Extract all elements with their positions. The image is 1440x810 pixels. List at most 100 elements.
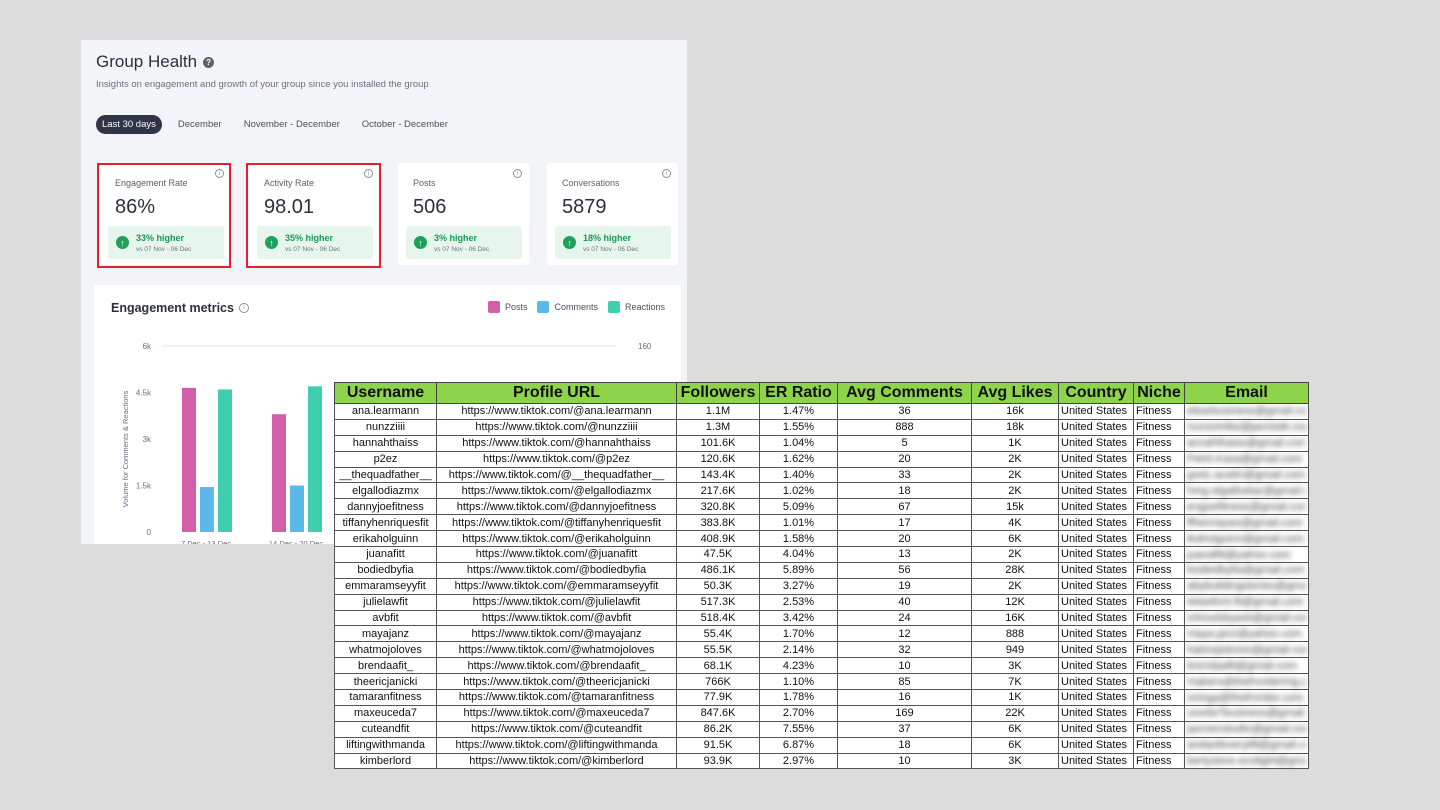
niche-cell[interactable]: Fitness	[1133, 736, 1185, 754]
followers-cell[interactable]: 55.4K	[676, 625, 760, 643]
niche-cell[interactable]: Fitness	[1133, 530, 1185, 548]
header-profile-url[interactable]: Profile URL	[436, 382, 677, 404]
profile-url-cell[interactable]: https://www.tiktok.com/@p2ez	[436, 450, 677, 468]
email-cell[interactable]: Petrit.Kasa@gmail.com	[1184, 450, 1309, 468]
country-cell[interactable]: United States	[1058, 482, 1134, 500]
avg-likes-cell[interactable]: 1K	[971, 689, 1059, 706]
username-cell[interactable]: erikaholguinn	[334, 530, 437, 548]
niche-cell[interactable]: Fitness	[1133, 403, 1185, 420]
header-avg-comments[interactable]: Avg Comments	[837, 382, 972, 404]
niche-cell[interactable]: Fitness	[1133, 657, 1185, 675]
header-avg-likes[interactable]: Avg Likes	[971, 382, 1059, 404]
avg-likes-cell[interactable]: 2K	[971, 577, 1059, 595]
er-ratio-cell[interactable]: 2.14%	[759, 641, 838, 659]
followers-cell[interactable]: 143.4K	[676, 466, 760, 484]
header-er-ratio[interactable]: ER Ratio	[759, 382, 838, 404]
avg-likes-cell[interactable]: 2K	[971, 450, 1059, 468]
username-cell[interactable]: p2ez	[334, 450, 437, 468]
er-ratio-cell[interactable]: 5.09%	[759, 498, 838, 516]
er-ratio-cell[interactable]: 6.87%	[759, 736, 838, 754]
profile-url-cell[interactable]: https://www.tiktok.com/@avbfit	[436, 609, 677, 627]
username-cell[interactable]: __thequadfather__	[334, 466, 437, 484]
email-cell[interactable]: ovinga@thefrontier.com	[1184, 689, 1309, 706]
er-ratio-cell[interactable]: 7.55%	[759, 720, 838, 738]
followers-cell[interactable]: 50.3K	[676, 577, 760, 595]
niche-cell[interactable]: Fitness	[1133, 450, 1185, 468]
profile-url-cell[interactable]: https://www.tiktok.com/@maxeuceda7	[436, 704, 677, 722]
username-cell[interactable]: julielawfit	[334, 593, 437, 611]
avg-likes-cell[interactable]: 16k	[971, 403, 1059, 420]
country-cell[interactable]: United States	[1058, 593, 1134, 611]
followers-cell[interactable]: 486.1K	[676, 561, 760, 579]
avg-likes-cell[interactable]: 12K	[971, 593, 1059, 611]
profile-url-cell[interactable]: https://www.tiktok.com/@dannyjoefitness	[436, 498, 677, 516]
profile-url-cell[interactable]: https://www.tiktok.com/@liftingwithmanda	[436, 736, 677, 754]
legend-item-posts[interactable]: Posts	[487, 301, 527, 313]
avg-comments-cell[interactable]: 32	[837, 641, 972, 659]
er-ratio-cell[interactable]: 4.23%	[759, 657, 838, 675]
country-cell[interactable]: United States	[1058, 561, 1134, 579]
niche-cell[interactable]: Fitness	[1133, 609, 1185, 627]
niche-cell[interactable]: Fitness	[1133, 704, 1185, 722]
niche-cell[interactable]: Fitness	[1133, 546, 1185, 563]
email-cell[interactable]: berlystore.ecolight@gmail.com	[1184, 752, 1309, 770]
followers-cell[interactable]: 766K	[676, 673, 760, 691]
country-cell[interactable]: United States	[1058, 498, 1134, 516]
country-cell[interactable]: United States	[1058, 418, 1134, 436]
er-ratio-cell[interactable]: 1.10%	[759, 673, 838, 691]
header-followers[interactable]: Followers	[676, 382, 760, 404]
email-cell[interactable]: bodiedbyfia@gmail.com	[1184, 561, 1309, 579]
niche-cell[interactable]: Fitness	[1133, 466, 1185, 484]
er-ratio-cell[interactable]: 4.04%	[759, 546, 838, 563]
avg-likes-cell[interactable]: 6K	[971, 720, 1059, 738]
profile-url-cell[interactable]: https://www.tiktok.com/@erikaholguinn	[436, 530, 677, 548]
avg-comments-cell[interactable]: 12	[837, 625, 972, 643]
header-email[interactable]: Email	[1184, 382, 1309, 404]
followers-cell[interactable]: 518.4K	[676, 609, 760, 627]
tab-december[interactable]: December	[172, 115, 228, 134]
er-ratio-cell[interactable]: 1.70%	[759, 625, 838, 643]
email-cell[interactable]: maya.janz@yahoo.com	[1184, 625, 1309, 643]
profile-url-cell[interactable]: https://www.tiktok.com/@kimberlord	[436, 752, 677, 770]
niche-cell[interactable]: Fitness	[1133, 625, 1185, 643]
profile-url-cell[interactable]: https://www.tiktok.com/@nunzziiii	[436, 418, 677, 436]
email-cell[interactable]: ielawfont.fit@gmail.com	[1184, 593, 1309, 611]
avg-likes-cell[interactable]: 6K	[971, 530, 1059, 548]
avg-likes-cell[interactable]: 3K	[971, 657, 1059, 675]
email-cell[interactable]: elearbusiness@gmail.com	[1184, 403, 1309, 420]
country-cell[interactable]: United States	[1058, 641, 1134, 659]
avg-comments-cell[interactable]: 37	[837, 720, 972, 738]
avg-comments-cell[interactable]: 20	[837, 530, 972, 548]
profile-url-cell[interactable]: https://www.tiktok.com/@juanafitt	[436, 546, 677, 563]
country-cell[interactable]: United States	[1058, 720, 1134, 738]
profile-url-cell[interactable]: https://www.tiktok.com/@theericjanicki	[436, 673, 677, 691]
niche-cell[interactable]: Fitness	[1133, 418, 1185, 436]
niche-cell[interactable]: Fitness	[1133, 561, 1185, 579]
followers-cell[interactable]: 847.6K	[676, 704, 760, 722]
avg-comments-cell[interactable]: 56	[837, 561, 972, 579]
country-cell[interactable]: United States	[1058, 514, 1134, 532]
avg-comments-cell[interactable]: 20	[837, 450, 972, 468]
followers-cell[interactable]: 86.2K	[676, 720, 760, 738]
profile-url-cell[interactable]: https://www.tiktok.com/@mayajanz	[436, 625, 677, 643]
followers-cell[interactable]: 217.6K	[676, 482, 760, 500]
avg-likes-cell[interactable]: 6K	[971, 736, 1059, 754]
country-cell[interactable]: United States	[1058, 466, 1134, 484]
info-icon[interactable]: i	[662, 169, 671, 178]
er-ratio-cell[interactable]: 3.42%	[759, 609, 838, 627]
country-cell[interactable]: United States	[1058, 752, 1134, 770]
profile-url-cell[interactable]: https://www.tiktok.com/@tiffanyhenriques…	[436, 514, 677, 532]
country-cell[interactable]: United States	[1058, 403, 1134, 420]
username-cell[interactable]: cuteandfit	[334, 720, 437, 738]
avg-comments-cell[interactable]: 16	[837, 689, 972, 706]
er-ratio-cell[interactable]: 1.78%	[759, 689, 838, 706]
avg-comments-cell[interactable]: 169	[837, 704, 972, 722]
profile-url-cell[interactable]: https://www.tiktok.com/@__thequadfather_…	[436, 466, 677, 484]
er-ratio-cell[interactable]: 2.97%	[759, 752, 838, 770]
country-cell[interactable]: United States	[1058, 434, 1134, 452]
username-cell[interactable]: ana.learmann	[334, 403, 437, 420]
country-cell[interactable]: United States	[1058, 609, 1134, 627]
profile-url-cell[interactable]: https://www.tiktok.com/@julielawfit	[436, 593, 677, 611]
country-cell[interactable]: United States	[1058, 577, 1134, 595]
followers-cell[interactable]: 93.9K	[676, 752, 760, 770]
